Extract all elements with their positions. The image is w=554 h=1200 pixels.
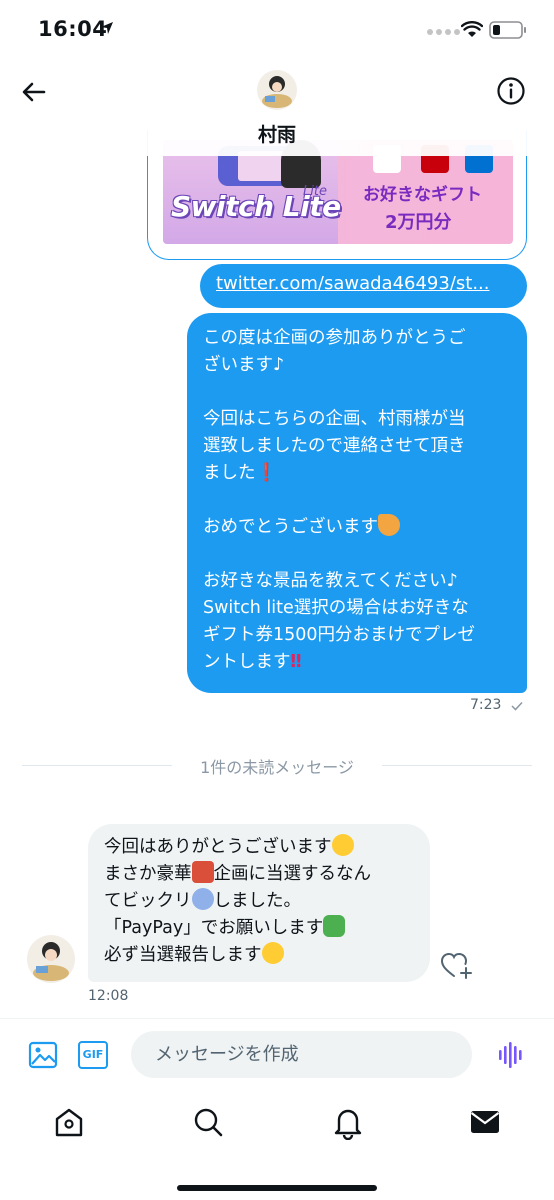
search-icon[interactable] bbox=[190, 1104, 226, 1140]
avatar[interactable] bbox=[257, 70, 297, 110]
banner-subtitle: Lite bbox=[303, 184, 327, 199]
location-arrow-icon bbox=[101, 22, 113, 34]
sent-message-time: 7:23 bbox=[470, 697, 502, 713]
message-line: この度は企画の参加ありがとうご bbox=[203, 328, 466, 348]
home-indicator[interactable] bbox=[177, 1185, 377, 1191]
voice-message-icon[interactable] bbox=[496, 1040, 526, 1070]
exclamation-emoji-icon: ❗ bbox=[255, 463, 278, 483]
party-popper-emoji-icon bbox=[378, 514, 400, 536]
message-line: ました❗ bbox=[203, 463, 278, 483]
status-bar: 16:04 bbox=[0, 0, 554, 60]
gif-button[interactable]: GIF bbox=[78, 1041, 108, 1069]
relieved-face-emoji-icon bbox=[261, 942, 284, 964]
message-line: ントします‼ bbox=[203, 652, 302, 672]
screaming-face-emoji-icon bbox=[191, 888, 214, 910]
conversation-header: 村雨 bbox=[0, 60, 554, 156]
received-message-bubble[interactable]: 今回はありがとうございます まさか豪華 企画に当選するなん てビックリ しました。 … bbox=[88, 824, 430, 982]
message-line: 今回はありがとうございます bbox=[104, 834, 414, 861]
notifications-icon[interactable] bbox=[330, 1104, 366, 1140]
message-link[interactable]: twitter.com/sawada46493/st... bbox=[216, 273, 490, 294]
banner-gift-line2: 2万円分 bbox=[385, 212, 452, 233]
arrow-left-icon[interactable] bbox=[18, 76, 50, 108]
home-icon[interactable] bbox=[51, 1104, 87, 1140]
message-line: てビックリ しました。 bbox=[104, 888, 414, 915]
wifi-icon bbox=[461, 21, 483, 37]
add-reaction-heart-icon[interactable] bbox=[440, 951, 474, 981]
message-line: Switch lite選択の場合はお好きな bbox=[203, 598, 469, 618]
battery-icon bbox=[489, 21, 526, 39]
link-message-bubble[interactable]: twitter.com/sawada46493/st... bbox=[200, 264, 527, 308]
unread-divider-label: 1件の未読メッセージ bbox=[200, 758, 354, 777]
signal-icon bbox=[427, 29, 460, 35]
banner-gift-line1: お好きなギフト bbox=[363, 185, 482, 205]
info-circle-icon[interactable] bbox=[495, 75, 527, 107]
message-line: 選致しましたので連絡させて頂き bbox=[203, 436, 466, 456]
message-line: 必ず当選報告します bbox=[104, 942, 414, 969]
status-time: 16:04 bbox=[38, 17, 108, 41]
double-exclamation-emoji-icon: ‼ bbox=[290, 652, 302, 672]
gift-emoji-icon bbox=[191, 861, 214, 883]
message-line: ざいます♪ bbox=[203, 355, 285, 375]
message-line: ギフト券1500円分おまけでプレゼ bbox=[203, 625, 476, 645]
avatar[interactable] bbox=[27, 935, 75, 983]
messages-icon[interactable] bbox=[467, 1104, 503, 1140]
message-line: 今回はこちらの企画、村雨様が当 bbox=[203, 409, 466, 429]
message-input[interactable] bbox=[131, 1031, 472, 1078]
image-icon[interactable] bbox=[28, 1040, 58, 1070]
conversation-title: 村雨 bbox=[257, 124, 296, 146]
message-line: 「PayPay」でお願いします bbox=[104, 915, 414, 942]
message-line: お好きな景品を教えてください♪ bbox=[203, 571, 458, 591]
received-message-time: 12:08 bbox=[88, 988, 129, 1004]
message-line: おめでとうございます bbox=[203, 514, 511, 541]
message-line: まさか豪華 企画に当選するなん bbox=[104, 861, 414, 888]
message-composer: GIF bbox=[0, 1018, 554, 1094]
four-leaf-clover-emoji-icon bbox=[323, 915, 346, 937]
check-icon bbox=[511, 701, 523, 711]
sent-message-bubble[interactable]: この度は企画の参加ありがとうご ざいます♪ 今回はこちらの企画、村雨様が当 選致… bbox=[187, 313, 527, 693]
smiling-face-emoji-icon bbox=[331, 834, 354, 856]
